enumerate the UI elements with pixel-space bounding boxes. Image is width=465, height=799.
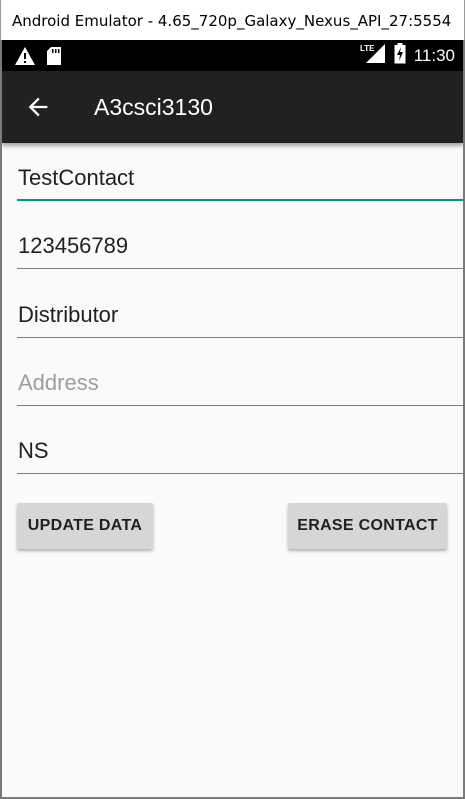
update-data-button[interactable]: UPDATE DATA <box>17 503 153 549</box>
status-right-icons: LTE 11:30 <box>360 40 455 71</box>
business-field-value: Distributor <box>18 302 119 327</box>
arrow-back-icon <box>24 97 52 125</box>
phone-number-field[interactable]: 123456789 <box>17 229 463 269</box>
address-field[interactable]: Address <box>17 366 463 406</box>
device-screen: LTE 11:30 A3csci3130 TestContact 1234567… <box>2 40 463 797</box>
lte-label: LTE <box>360 44 375 53</box>
status-bar: LTE 11:30 <box>2 40 463 71</box>
status-time: 11:30 <box>413 45 455 65</box>
name-field[interactable]: TestContact <box>17 161 463 201</box>
emulator-window-titlebar[interactable]: Android Emulator - 4.65_720p_Galaxy_Nexu… <box>0 0 465 40</box>
business-field[interactable]: Distributor <box>17 298 463 338</box>
name-field-value: TestContact <box>18 165 135 190</box>
province-field-value: NS <box>18 438 49 463</box>
app-bar: A3csci3130 <box>2 71 463 143</box>
phone-number-field-value: 123456789 <box>18 233 129 258</box>
battery-charging-icon <box>394 42 406 69</box>
lte-signal-icon: LTE <box>360 42 386 69</box>
app-title: A3csci3130 <box>94 94 213 120</box>
warning-icon <box>14 46 36 71</box>
sd-card-icon <box>46 46 62 71</box>
erase-contact-button[interactable]: ERASE CONTACT <box>288 503 447 549</box>
address-field-placeholder: Address <box>18 370 99 395</box>
province-field[interactable]: NS <box>17 434 463 474</box>
window-title: Android Emulator - 4.65_720p_Galaxy_Nexu… <box>12 12 452 30</box>
back-button[interactable] <box>24 93 52 121</box>
status-left-icons <box>14 46 62 71</box>
